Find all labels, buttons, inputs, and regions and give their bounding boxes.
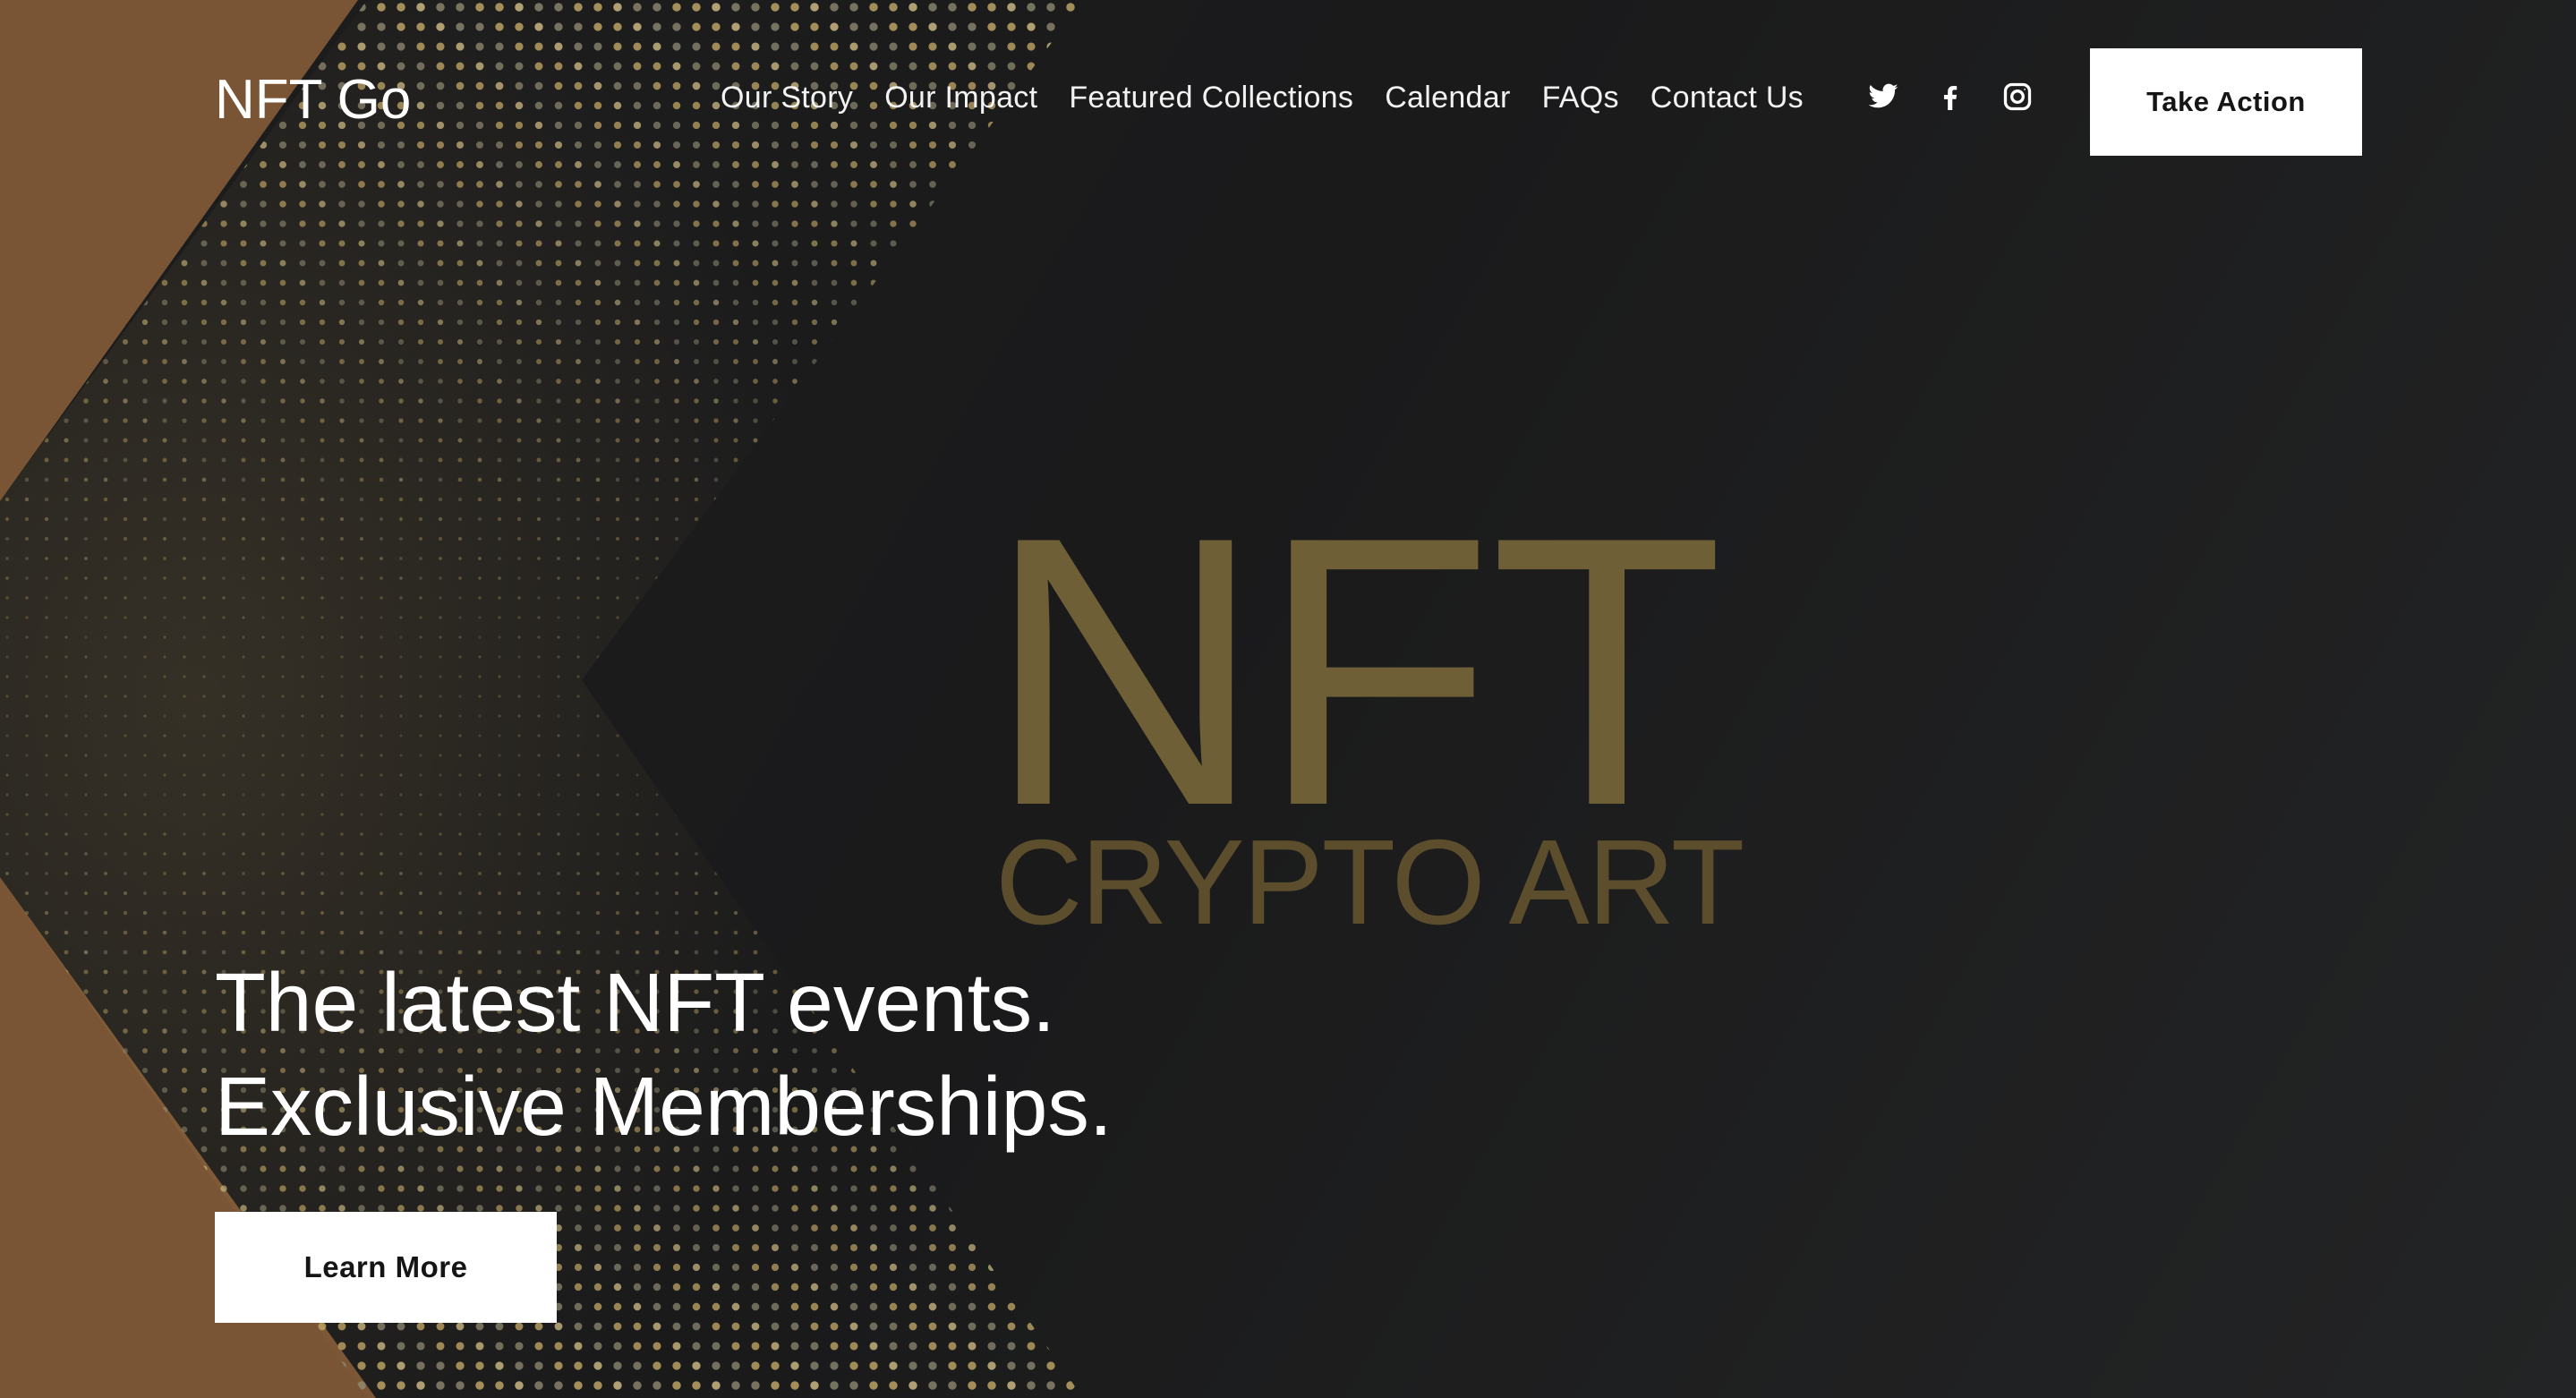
nav-calendar[interactable]: Calendar (1385, 81, 1510, 115)
take-action-button[interactable]: Take Action (2090, 48, 2362, 156)
facebook-icon[interactable] (1934, 81, 1966, 113)
hero-heading: The latest NFT events. Exclusive Members… (215, 950, 1113, 1158)
nav-featured-collections[interactable]: Featured Collections (1069, 81, 1353, 115)
hero-line-1: The latest NFT events. (215, 956, 1055, 1049)
artwork-subtitle: CRYPTO ART (995, 814, 1744, 950)
site-header: NFT Go Our Story Our Impact Featured Col… (0, 0, 2576, 206)
nav-our-story[interactable]: Our Story (721, 81, 853, 115)
brand-logo[interactable]: NFT Go (215, 68, 411, 132)
nav-contact-us[interactable]: Contact Us (1651, 81, 1804, 115)
artwork-title: NFT (986, 457, 1724, 885)
nav-our-impact[interactable]: Our Impact (884, 81, 1037, 115)
instagram-icon[interactable] (2001, 81, 2034, 113)
learn-more-button[interactable]: Learn More (215, 1212, 557, 1323)
social-links (1867, 81, 2034, 113)
hero-line-2: Exclusive Memberships. (215, 1060, 1113, 1153)
twitter-icon[interactable] (1867, 81, 1899, 113)
nav-faqs[interactable]: FAQs (1542, 81, 1619, 115)
main-nav: Our Story Our Impact Featured Collection… (721, 81, 1804, 115)
